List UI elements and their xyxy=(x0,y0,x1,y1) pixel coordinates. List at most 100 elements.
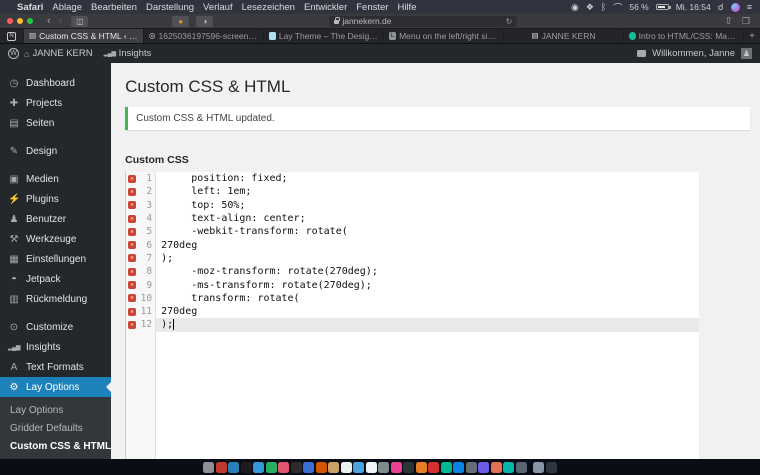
lint-error-icon[interactable]: ✕ xyxy=(128,214,137,223)
dock-app-icon[interactable] xyxy=(515,461,527,473)
lint-error-icon[interactable]: ✕ xyxy=(128,241,137,250)
new-tab-button[interactable]: + xyxy=(744,29,760,43)
editor-line-6[interactable]: ✕ 6 270deg xyxy=(126,238,699,252)
forward-button[interactable]: › xyxy=(55,15,67,27)
dock-app-icon[interactable] xyxy=(203,461,215,473)
sidebar-item-dashboard[interactable]: ◷ Dashboard xyxy=(0,73,111,93)
code-text[interactable]: ); xyxy=(156,252,699,265)
editor-line-11[interactable]: ✕ 11 270deg xyxy=(126,304,699,319)
dock-app-icon[interactable] xyxy=(503,461,515,473)
code-text[interactable]: text-align: center; xyxy=(156,212,699,225)
lint-error-icon[interactable]: ✕ xyxy=(128,267,137,276)
notification-center-icon[interactable]: ≡ xyxy=(747,2,752,12)
code-text[interactable]: -moz-transform: rotate(270deg); xyxy=(156,265,699,278)
dock-app-icon[interactable] xyxy=(328,461,340,473)
dock-app-icon[interactable] xyxy=(303,461,315,473)
menu-darstellung[interactable]: Darstellung xyxy=(146,2,194,13)
sidebar-item-einstellungen[interactable]: ▦ Einstellungen xyxy=(0,249,111,269)
bluetooth-icon[interactable]: ᛒ xyxy=(601,2,606,12)
dock-app-icon[interactable] xyxy=(340,461,352,473)
css-code-editor[interactable]: ✕ 1 position: fixed; ✕ 2 left: 1em; ✕ 3 top: … xyxy=(125,172,700,475)
dock-app-icon[interactable] xyxy=(403,461,415,473)
code-text[interactable]: -ms-transform: rotate(270deg); xyxy=(156,278,699,291)
sidebar-item-werkzeuge[interactable]: ⚒ Werkzeuge xyxy=(0,229,111,249)
editor-line-1[interactable]: ✕ 1 position: fixed; xyxy=(126,172,699,186)
menu-entwickler[interactable]: Entwickler xyxy=(304,2,347,13)
dock-app-icon[interactable] xyxy=(440,461,452,473)
menu-verlauf[interactable]: Verlauf xyxy=(203,2,233,13)
lint-error-icon[interactable]: ✕ xyxy=(128,201,137,210)
comments-icon[interactable] xyxy=(637,50,647,57)
editor-line-8[interactable]: ✕ 8 -moz-transform: rotate(270deg); xyxy=(126,265,699,279)
editor-empty-code-area[interactable] xyxy=(156,331,700,475)
code-text[interactable]: 270deg xyxy=(156,305,699,318)
dock-app-icon[interactable] xyxy=(215,461,227,473)
spotlight-icon[interactable]: ☌ xyxy=(718,2,724,13)
lint-error-icon[interactable]: ✕ xyxy=(128,320,137,329)
eye-icon[interactable]: ◉ xyxy=(571,2,579,13)
editor-line-10[interactable]: ✕ 10 transform: rotate( xyxy=(126,291,699,305)
dock-app-icon[interactable] xyxy=(428,461,440,473)
code-text[interactable]: position: fixed; xyxy=(156,172,699,185)
admin-bar-insights-link[interactable]: ▂▄▆ Insights xyxy=(104,48,152,59)
dock-app-icon[interactable] xyxy=(315,461,327,473)
wordpress-logo-icon[interactable]: W xyxy=(8,48,19,59)
dock-app-icon[interactable] xyxy=(478,461,490,473)
editor-line-5[interactable]: ✕ 5 -webkit-transform: rotate( xyxy=(126,225,699,239)
dock-app-icon[interactable] xyxy=(228,461,240,473)
close-window-button[interactable] xyxy=(7,18,13,24)
dock-app-icon[interactable] xyxy=(545,461,557,473)
menu-fenster[interactable]: Fenster xyxy=(356,2,388,13)
menu-lesezeichen[interactable]: Lesezeichen xyxy=(242,2,295,13)
tab-custom-css-html-jann[interactable]: ▤Custom CSS & HTML ‹ JANN... xyxy=(24,29,144,43)
sidebar-item-medien[interactable]: ▣ Medien xyxy=(0,169,111,189)
dock-app-icon[interactable] xyxy=(490,461,502,473)
dock-app-icon[interactable] xyxy=(390,461,402,473)
sidebar-item-customize[interactable]: ⊙ Customize xyxy=(0,317,111,337)
code-text[interactable]: left: 1em; xyxy=(156,185,699,198)
code-text[interactable]: ); xyxy=(156,318,700,332)
dock-app-icon[interactable] xyxy=(415,461,427,473)
sidebar-item-insights[interactable]: ▂▄▆ Insights xyxy=(0,337,111,357)
dock-app-icon[interactable] xyxy=(290,461,302,473)
lint-error-icon[interactable]: ✕ xyxy=(128,294,137,303)
menu-bearbeiten[interactable]: Bearbeiten xyxy=(91,2,137,13)
editor-line-3[interactable]: ✕ 3 top: 50%; xyxy=(126,198,699,212)
editor-line-2[interactable]: ✕ 2 left: 1em; xyxy=(126,185,699,199)
minimize-window-button[interactable] xyxy=(17,18,23,24)
menu-hilfe[interactable]: Hilfe xyxy=(397,2,416,13)
sidebar-item-plugins[interactable]: ⚡ Plugins xyxy=(0,189,111,209)
reload-icon[interactable]: ↻ xyxy=(506,17,513,26)
tab-intro-to-html-css-making-w[interactable]: Intro to HTML/CSS: Making w... xyxy=(624,29,744,43)
sidebar-item-projects[interactable]: ✚ Projects xyxy=(0,93,111,113)
lint-error-icon[interactable]: ✕ xyxy=(128,187,137,196)
code-text[interactable]: -webkit-transform: rotate( xyxy=(156,225,699,238)
pinned-tab[interactable]: N xyxy=(0,29,24,43)
dock-app-icon[interactable] xyxy=(265,461,277,473)
lint-error-icon[interactable]: ✕ xyxy=(128,254,137,263)
dock-app-icon[interactable] xyxy=(465,461,477,473)
editor-line-9[interactable]: ✕ 9 -ms-transform: rotate(270deg); xyxy=(126,278,699,292)
tab-1625036197596-screen-shot[interactable]: ◎1625036197596-screen-shot... xyxy=(144,29,264,43)
dock-app-icon[interactable] xyxy=(253,461,265,473)
sidebar-item-lay-options[interactable]: ⚙ Lay Options xyxy=(0,377,112,397)
sidebar-item-text-formats[interactable]: A Text Formats xyxy=(0,357,111,377)
lint-error-icon[interactable]: ✕ xyxy=(128,174,137,183)
editor-line-12[interactable]: ✕ 12); xyxy=(126,318,700,332)
reader-extension-button[interactable]: ◑ xyxy=(196,15,214,27)
back-button[interactable]: ‹ xyxy=(43,15,55,27)
editor-line-4[interactable]: ✕ 4 text-align: center; xyxy=(126,211,699,226)
sidebar-item-jetpack[interactable]: ◓ Jetpack xyxy=(0,269,111,289)
lint-error-icon[interactable]: ✕ xyxy=(128,227,137,236)
admin-bar-site-link[interactable]: ⌂ JANNE KERN xyxy=(24,48,93,59)
sidebar-toggle-button[interactable]: ◫ xyxy=(71,15,89,27)
greeting-label[interactable]: Willkommen, Janne xyxy=(652,48,735,59)
tab-menu-on-the-left-right-side[interactable]: LMenu on the left/right side! |... xyxy=(384,29,504,43)
vpn-icon[interactable]: ❖ xyxy=(586,2,594,13)
code-text[interactable]: 270deg xyxy=(156,238,699,251)
dock-app-icon[interactable] xyxy=(365,461,377,473)
sidebar-item-design[interactable]: ✎ Design xyxy=(0,141,111,161)
dock-app-icon[interactable] xyxy=(533,461,545,473)
submenu-item-lay-options[interactable]: Lay Options xyxy=(0,402,111,420)
sidebar-item-r-ckmeldung[interactable]: ▥ Rückmeldung xyxy=(0,289,111,309)
